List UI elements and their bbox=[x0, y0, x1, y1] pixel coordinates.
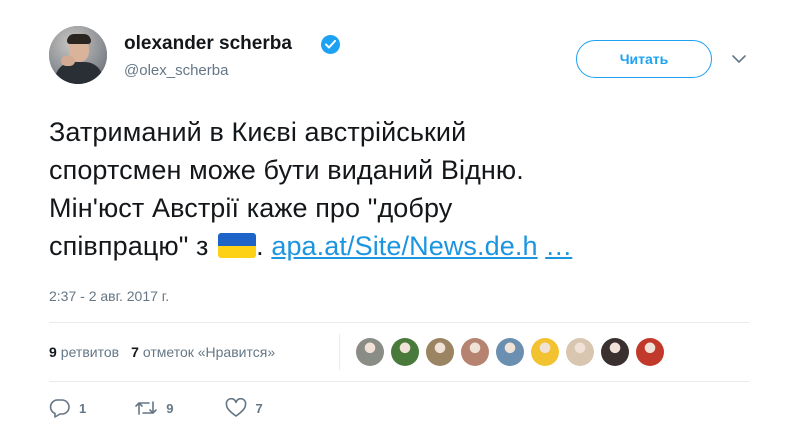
retweets-count: 9 bbox=[49, 344, 57, 360]
stats-separator bbox=[339, 334, 340, 370]
verified-badge-icon bbox=[321, 35, 340, 54]
author-avatar[interactable] bbox=[49, 26, 107, 84]
tweet-timestamp[interactable]: 2:37 - 2 авг. 2017 г. bbox=[49, 288, 169, 304]
like-button[interactable]: 7 bbox=[225, 398, 263, 418]
author-name[interactable]: olexander scherba bbox=[124, 33, 292, 55]
likes-label: отметок «Нравится» bbox=[142, 344, 276, 360]
tweet-line-3: Мін'юст Австрії каже про "добру bbox=[49, 193, 453, 223]
avatar-hair bbox=[67, 34, 91, 44]
liker-avatar-6[interactable] bbox=[531, 338, 559, 366]
ukraine-flag-icon bbox=[218, 233, 257, 258]
liker-avatar-3[interactable] bbox=[426, 338, 454, 366]
reply-count: 1 bbox=[79, 400, 87, 416]
retweets-label: ретвитов bbox=[60, 344, 120, 360]
likes-count: 7 bbox=[131, 344, 139, 360]
tweet-actions: 1 9 7 bbox=[49, 398, 263, 418]
tweet-line-4-period: . bbox=[256, 231, 264, 261]
liker-avatar-1[interactable] bbox=[356, 338, 384, 366]
retweet-icon bbox=[134, 398, 158, 418]
divider-top bbox=[49, 322, 749, 323]
follow-button[interactable]: Читать bbox=[576, 40, 712, 78]
liker-avatar-8[interactable] bbox=[601, 338, 629, 366]
retweet-button[interactable]: 9 bbox=[134, 398, 173, 418]
tweet-stats: 9 ретвитов 7 отметок «Нравится» bbox=[49, 344, 287, 360]
like-count: 7 bbox=[255, 400, 263, 416]
liker-avatar-4[interactable] bbox=[461, 338, 489, 366]
retweets-stat[interactable]: 9 ретвитов bbox=[49, 344, 119, 360]
likes-stat[interactable]: 7 отметок «Нравится» bbox=[131, 344, 275, 360]
heart-icon bbox=[225, 398, 247, 418]
avatar-hand bbox=[61, 56, 75, 66]
tweet-link[interactable]: apa.at/Site/News.de.h bbox=[271, 231, 537, 261]
liker-avatar-7[interactable] bbox=[566, 338, 594, 366]
reply-button[interactable]: 1 bbox=[49, 398, 86, 418]
liker-avatar-5[interactable] bbox=[496, 338, 524, 366]
tweet-line-1: Затриманий в Києві австрійський bbox=[49, 117, 467, 147]
tweet-line-4: співпрацю" з . apa.at/Site/News.de.h … bbox=[49, 227, 749, 265]
divider-bottom bbox=[49, 381, 749, 382]
tweet-line-4-prefix: співпрацю" з bbox=[49, 231, 209, 261]
author-handle[interactable]: @olex_scherba bbox=[124, 62, 228, 79]
liker-avatar-2[interactable] bbox=[391, 338, 419, 366]
reply-icon bbox=[49, 398, 71, 418]
liker-avatar-9[interactable] bbox=[636, 338, 664, 366]
retweet-count: 9 bbox=[166, 400, 174, 416]
tweet-line-2: спортсмен може бути виданий Відню. bbox=[49, 155, 524, 185]
avatar-suit bbox=[55, 62, 103, 84]
chevron-down-icon[interactable] bbox=[731, 52, 747, 64]
link-ellipsis[interactable]: … bbox=[545, 231, 572, 261]
likers-avatars bbox=[356, 338, 671, 366]
tweet-text: Затриманий в Києві австрійський спортсме… bbox=[49, 113, 749, 265]
